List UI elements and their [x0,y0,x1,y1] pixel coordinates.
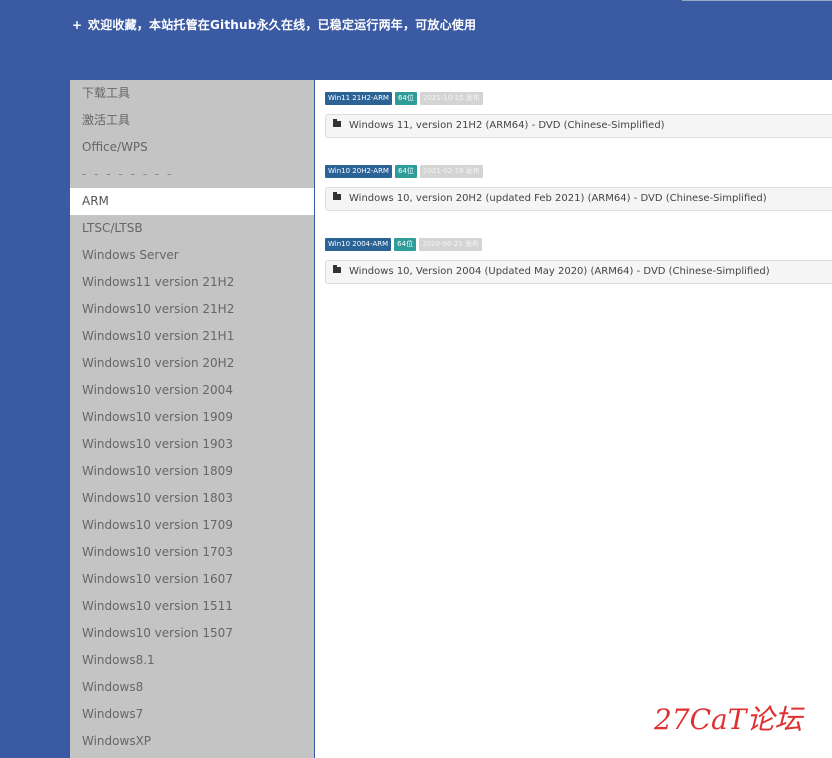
sidebar-item-win10-2004[interactable]: Windows10 version 2004 [70,377,314,404]
edition-tag: Win10 2004-ARM [325,237,392,251]
bits-tag: 64位 [394,237,417,251]
sidebar-item-win10-1909[interactable]: Windows10 version 1909 [70,404,314,431]
sidebar-item-win10-1803[interactable]: Windows10 version 1803 [70,485,314,512]
sidebar-item-win10-20h2[interactable]: Windows10 version 20H2 [70,350,314,377]
sidebar-item-win10-1709[interactable]: Windows10 version 1709 [70,512,314,539]
sidebar-item-ltsc-ltsb[interactable]: LTSC/LTSB [70,215,314,242]
sidebar-item-winxp[interactable]: WindowsXP [70,728,314,755]
sidebar-item-win10-1507[interactable]: Windows10 version 1507 [70,620,314,647]
file-name: Windows 10, version 20H2 (updated Feb 20… [349,193,767,204]
sidebar-item-win10-1607[interactable]: Windows10 version 1607 [70,566,314,593]
bits-tag: 64位 [394,91,417,105]
release-entry: Win10 2004-ARM 64位 2020-06-21 发布 Windows… [325,237,832,284]
file-link[interactable]: Windows 10, Version 2004 (Updated May 20… [325,260,832,284]
plus-icon: + [72,18,83,32]
release-entry: Win11 21H2-ARM 64位 2021-10-15 发布 Windows… [325,91,832,138]
file-link[interactable]: Windows 10, version 20H2 (updated Feb 20… [325,187,832,211]
sidebar-item-win10-1809[interactable]: Windows10 version 1809 [70,458,314,485]
sidebar-item-win11-21h2[interactable]: Windows11 version 21H2 [70,269,314,296]
edition-tag: Win11 21H2-ARM [325,91,392,105]
date-tag: 2021-02-18 发布 [419,164,483,178]
sidebar-item-download-tools[interactable]: 下载工具 [70,80,314,107]
folder-icon [333,265,341,273]
main-content: Win11 21H2-ARM 64位 2021-10-15 发布 Windows… [315,80,832,758]
tag-group: Win10 20H2-ARM 64位 2021-02-18 发布 [325,164,832,178]
tag-group: Win10 2004-ARM 64位 2020-06-21 发布 [325,237,832,251]
bits-tag: 64位 [394,164,417,178]
top-divider [682,0,832,1]
sidebar-item-win10-1703[interactable]: Windows10 version 1703 [70,539,314,566]
edition-tag: Win10 20H2-ARM [325,164,392,178]
sidebar-item-win7[interactable]: Windows7 [70,701,314,728]
sidebar-item-windows-server[interactable]: Windows Server [70,242,314,269]
sidebar-item-arm[interactable]: ARM [70,188,314,215]
sidebar-item-win10-21h1[interactable]: Windows10 version 21H1 [70,323,314,350]
banner-text: 欢迎收藏，本站托管在Github永久在线，已稳定运行两年，可放心使用 [88,18,477,32]
welcome-banner: + 欢迎收藏，本站托管在Github永久在线，已稳定运行两年，可放心使用 [72,16,476,33]
folder-icon [333,119,341,127]
sidebar-item-win10-1511[interactable]: Windows10 version 1511 [70,593,314,620]
sidebar: 下载工具 激活工具 Office/WPS - - - - - - - - ARM… [70,80,314,758]
file-name: Windows 10, Version 2004 (Updated May 20… [349,266,770,277]
sidebar-item-activation-tools[interactable]: 激活工具 [70,107,314,134]
sidebar-item-win8[interactable]: Windows8 [70,674,314,701]
release-entry: Win10 20H2-ARM 64位 2021-02-18 发布 Windows… [325,164,832,211]
file-name: Windows 11, version 21H2 (ARM64) - DVD (… [349,120,665,131]
watermark-logo: 27CaT论坛 [654,703,803,736]
tag-group: Win11 21H2-ARM 64位 2021-10-15 发布 [325,91,832,105]
file-link[interactable]: Windows 11, version 21H2 (ARM64) - DVD (… [325,114,832,138]
sidebar-item-office-wps[interactable]: Office/WPS [70,134,314,161]
sidebar-item-win10-1903[interactable]: Windows10 version 1903 [70,431,314,458]
sidebar-item-win10-21h2[interactable]: Windows10 version 21H2 [70,296,314,323]
sidebar-item-win8-1[interactable]: Windows8.1 [70,647,314,674]
date-tag: 2020-06-21 发布 [419,237,482,251]
sidebar-separator: - - - - - - - - [82,167,174,181]
folder-icon [333,192,341,200]
date-tag: 2021-10-15 发布 [419,91,483,105]
